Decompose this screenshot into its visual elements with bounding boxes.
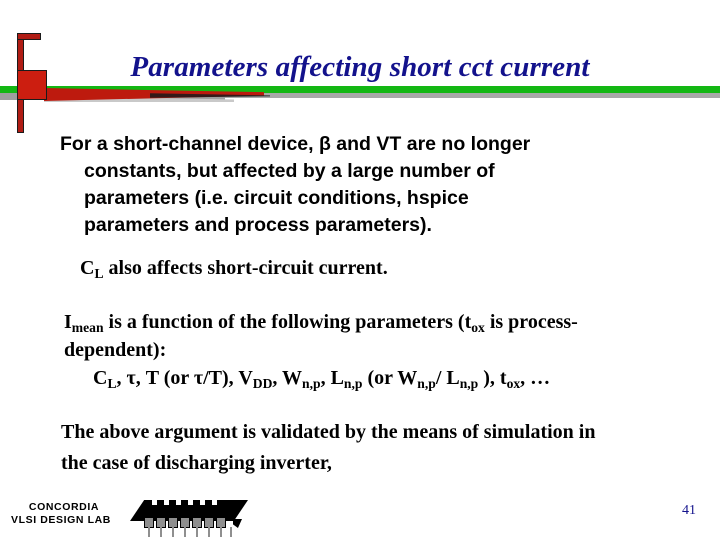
symbol-imean: I [64,311,72,333]
chip-leg [148,527,150,537]
decoration-top-hook [17,33,41,40]
symbol-tox-subscript: ox [471,319,485,335]
param-l-subscript: n,p [343,375,363,391]
param-text: , τ, T (or τ/T), V [116,367,253,389]
paragraph-imean-function: Imean is a function of the following par… [60,309,664,364]
chip-notch [164,500,169,505]
chip-notch [176,500,181,505]
chip-side-face [233,519,242,528]
chip-leg [184,527,186,537]
param-tox-subscript: ox [506,375,521,391]
logo-line-concordia: CONCORDIA [28,501,100,513]
param-cl-subscript: L [107,375,117,391]
paragraph-line: The above argument is validated by the m… [61,421,596,443]
param-w-subscript: n,p [302,375,321,391]
paragraph-line: parameters and process parameters). [84,214,432,236]
paragraph-short-channel: For a short-channel device, β and VT are… [60,131,664,239]
chip-notch [200,500,205,505]
paragraph-line: parameters (i.e. circuit conditions, hsp… [84,187,469,209]
param-vdd-subscript: DD [252,375,273,391]
chip-notch [152,500,157,505]
decoration-wedge-outline [150,93,270,98]
chip-notch [188,500,193,505]
paragraph-parameter-list: CL, τ, T (or τ/T), VDD, Wn,p, Ln,p (or W… [60,365,664,393]
paragraph-line: dependent): [64,339,167,361]
param-w2-subscript: n,p [417,375,436,391]
chip-notch [212,500,217,505]
chip-leg [172,527,174,537]
chip-leg [208,527,210,537]
param-text: , … [520,367,551,389]
paragraph-text: is process- [484,311,578,333]
param-l2-subscript: n,p [459,375,479,391]
symbol-imean-subscript: mean [71,319,104,335]
chip-leg [230,527,232,537]
page-number: 41 [682,503,696,518]
symbol-cl: C [80,257,95,279]
logo-line-vlsi-design-lab: VLSI DESIGN LAB [10,514,111,526]
param-text: ), t [478,367,507,389]
ic-chip-icon [130,500,248,538]
symbol-cl-subscript: L [94,265,104,281]
paragraph-cl-affects: CL also affects short-circuit current. [60,255,664,283]
param-text: , W [272,367,303,389]
page-title: Parameters affecting short cct current [130,51,590,83]
param-text: , L [320,367,344,389]
paragraph-line: For a short-channel device, β and VT are… [60,133,531,155]
decoration-green-bar-shadow [0,93,720,98]
decoration-wedge-shadow [44,96,234,102]
param-cl: C [93,367,108,389]
paragraph-text: also affects short-circuit current. [103,257,388,279]
paragraph-validation: The above argument is validated by the m… [60,417,664,479]
decoration-green-bar [0,86,720,93]
param-text: (or W [362,367,418,389]
chip-leg [160,527,162,537]
paragraph-text: is a function of the following parameter… [103,311,472,333]
footer-logo: CONCORDIA VLSI DESIGN LAB [0,498,260,540]
logo-text: CONCORDIA VLSI DESIGN LAB [4,501,124,527]
paragraph-line: constants, but affected by a large numbe… [84,160,495,182]
param-text: / L [435,367,460,389]
decoration-green-bar-shadow-dark [0,93,225,100]
chip-leg [196,527,198,537]
paragraph-line: the case of discharging inverter, [61,452,332,474]
decoration-red-wedge [44,88,264,101]
slide-body: For a short-channel device, β and VT are… [60,131,664,479]
chip-leg [220,527,222,537]
